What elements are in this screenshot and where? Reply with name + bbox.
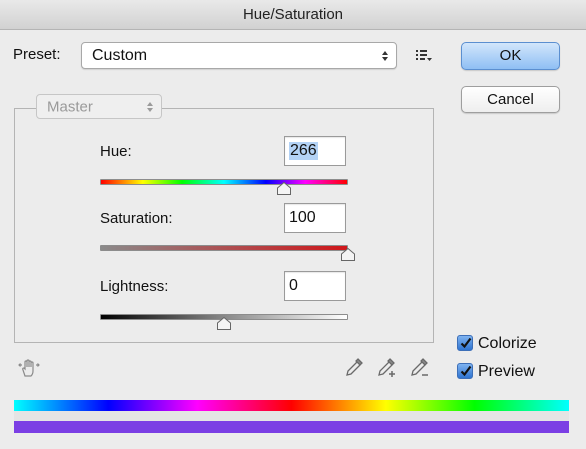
- saturation-slider[interactable]: [100, 245, 348, 251]
- saturation-slider-thumb[interactable]: [341, 247, 355, 261]
- eyedropper-plus-icon[interactable]: [375, 356, 399, 378]
- preset-options-icon[interactable]: [414, 46, 434, 64]
- checkmark-icon: [460, 337, 472, 349]
- checkmark-icon: [460, 365, 472, 377]
- lightness-slider-thumb[interactable]: [217, 316, 231, 330]
- channel-value: Master: [47, 98, 93, 115]
- hue-value: 266: [289, 142, 318, 160]
- preset-value: Custom: [92, 46, 148, 64]
- saturation-label: Saturation:: [100, 210, 173, 227]
- popup-arrows-icon: [382, 50, 388, 61]
- ok-button[interactable]: OK: [461, 42, 560, 70]
- channel-select: Master: [36, 94, 162, 119]
- preset-select[interactable]: Custom: [81, 42, 397, 69]
- lightness-value: 0: [289, 277, 298, 294]
- saturation-input[interactable]: 100: [284, 203, 346, 233]
- input-color-bar: [14, 400, 569, 411]
- cancel-button[interactable]: Cancel: [461, 86, 560, 113]
- window-title: Hue/Saturation: [0, 0, 586, 30]
- colorize-checkbox[interactable]: [457, 335, 473, 351]
- hue-slider[interactable]: [100, 179, 348, 185]
- lightness-label: Lightness:: [100, 278, 169, 295]
- preset-label: Preset:: [13, 46, 61, 63]
- popup-arrows-icon: [147, 101, 153, 112]
- output-color-bar: [14, 421, 569, 433]
- color-bar-separator: [14, 411, 569, 421]
- hand-adjust-icon[interactable]: [17, 356, 41, 380]
- lightness-input[interactable]: 0: [284, 271, 346, 301]
- hue-input[interactable]: 266: [284, 136, 346, 166]
- hue-label: Hue:: [100, 143, 132, 160]
- saturation-value: 100: [289, 209, 316, 226]
- preview-checkbox[interactable]: [457, 363, 473, 379]
- hue-slider-thumb[interactable]: [277, 181, 291, 195]
- preview-label[interactable]: Preview: [478, 363, 535, 381]
- eyedropper-minus-icon[interactable]: [408, 356, 432, 378]
- eyedropper-icon[interactable]: [343, 356, 365, 378]
- adjustment-group: [14, 108, 434, 343]
- colorize-label[interactable]: Colorize: [478, 335, 537, 353]
